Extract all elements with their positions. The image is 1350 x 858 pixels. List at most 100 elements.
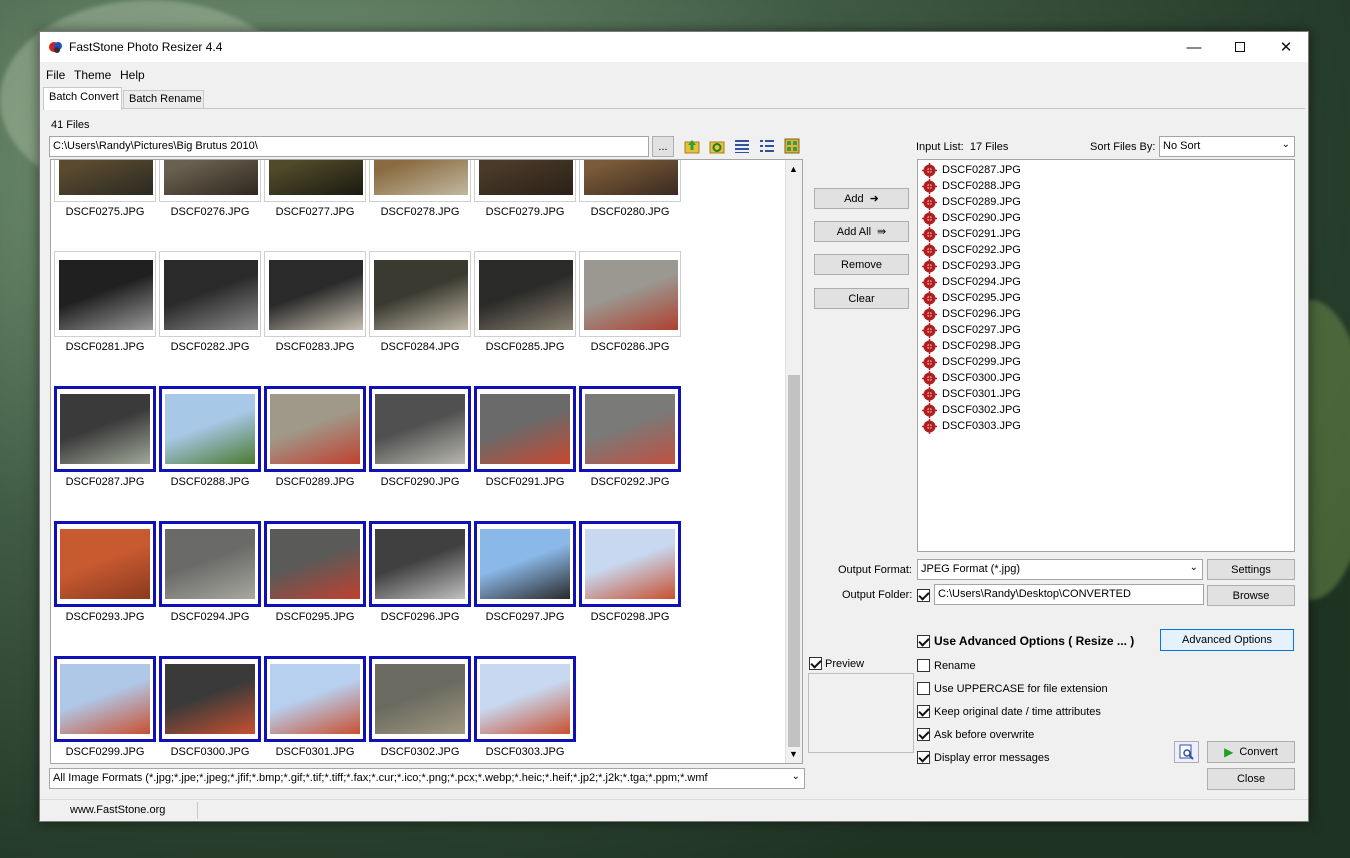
input-file-list[interactable]: DSCF0287.JPG DSCF0288.JPG DSCF0289.JPG DSCF… — [917, 159, 1295, 552]
option-toggle[interactable]: Keep original date / time attributes — [917, 705, 1101, 718]
remove-button[interactable]: Remove — [814, 254, 909, 275]
thumbnail-scrollbar[interactable]: ▲ ▼ — [785, 160, 802, 763]
option-checkbox[interactable] — [917, 682, 930, 695]
thumbnail-item[interactable]: DSCF0297.JPG — [474, 521, 576, 623]
thumbnail-item[interactable]: DSCF0303.JPG — [474, 656, 576, 758]
tab-batch-rename[interactable]: Batch Rename — [123, 90, 204, 109]
website-link[interactable]: www.FastStone.org — [70, 804, 165, 816]
maximize-button[interactable] — [1217, 32, 1263, 62]
thumbnail-item[interactable]: DSCF0290.JPG — [369, 386, 471, 488]
thumbnail-item[interactable]: DSCF0287.JPG — [54, 386, 156, 488]
thumbnail-grid[interactable]: DSCF0275.JPG DSCF0276.JPG DSCF0277.JPG DSCF… — [50, 159, 803, 764]
option-toggle[interactable]: Use UPPERCASE for file extension — [917, 682, 1108, 695]
detail-view-icon[interactable] — [734, 138, 750, 154]
thumbnail-item[interactable]: DSCF0282.JPG — [159, 251, 261, 353]
thumbnail-item[interactable]: DSCF0296.JPG — [369, 521, 471, 623]
output-folder-checkbox[interactable] — [917, 589, 930, 602]
input-list-item[interactable]: DSCF0293.JPG — [922, 258, 1021, 274]
thumbnail-image — [375, 394, 465, 464]
thumbnail-item[interactable]: DSCF0294.JPG — [159, 521, 261, 623]
option-checkbox[interactable] — [917, 659, 930, 672]
advanced-options-checkbox[interactable] — [917, 634, 930, 648]
thumbnail-item[interactable]: DSCF0291.JPG — [474, 386, 576, 488]
input-list-item[interactable]: DSCF0289.JPG — [922, 194, 1021, 210]
input-list-item[interactable]: DSCF0292.JPG — [922, 242, 1021, 258]
settings-button[interactable]: Settings — [1207, 559, 1295, 580]
thumbnail-item[interactable]: DSCF0301.JPG — [264, 656, 366, 758]
scroll-thumb[interactable] — [788, 375, 800, 747]
thumbnail-item[interactable]: DSCF0295.JPG — [264, 521, 366, 623]
thumbnail-item[interactable]: DSCF0276.JPG — [159, 160, 261, 218]
option-toggle[interactable]: Rename — [917, 659, 976, 672]
input-list-item[interactable]: DSCF0302.JPG — [922, 402, 1021, 418]
thumbnail-item[interactable]: DSCF0275.JPG — [54, 160, 156, 218]
menu-theme[interactable]: Theme — [74, 68, 111, 82]
minimize-button[interactable]: — — [1171, 32, 1217, 62]
input-list-item[interactable]: DSCF0300.JPG — [922, 370, 1021, 386]
input-list-item[interactable]: DSCF0294.JPG — [922, 274, 1021, 290]
option-checkbox[interactable] — [917, 728, 930, 741]
thumbnail-item[interactable]: DSCF0289.JPG — [264, 386, 366, 488]
scroll-down-arrow[interactable]: ▼ — [789, 749, 798, 759]
close-window-button[interactable]: ✕ — [1263, 32, 1309, 62]
thumbnail-item[interactable]: DSCF0299.JPG — [54, 656, 156, 758]
thumbnail-item[interactable]: DSCF0277.JPG — [264, 160, 366, 218]
thumbnail-item[interactable]: DSCF0302.JPG — [369, 656, 471, 758]
close-button[interactable]: Close — [1207, 768, 1295, 790]
add-all-button[interactable]: Add All ⇛ — [814, 221, 909, 242]
output-format-select[interactable]: JPEG Format (*.jpg) ⌄ — [917, 559, 1203, 580]
input-list-item[interactable]: DSCF0298.JPG — [922, 338, 1021, 354]
thumbnail-item[interactable]: DSCF0298.JPG — [579, 521, 681, 623]
browse-path-button[interactable]: ... — [652, 136, 674, 157]
input-list-item[interactable]: DSCF0299.JPG — [922, 354, 1021, 370]
menu-help[interactable]: Help — [120, 68, 145, 82]
thumbnail-item[interactable]: DSCF0286.JPG — [579, 251, 681, 353]
list-view-icon[interactable] — [759, 138, 775, 154]
advanced-options-button[interactable]: Advanced Options — [1160, 629, 1294, 651]
option-checkbox[interactable] — [917, 751, 930, 764]
tab-batch-convert[interactable]: Batch Convert — [43, 87, 122, 110]
thumbnail-item[interactable]: DSCF0279.JPG — [474, 160, 576, 218]
output-folder-input[interactable]: C:\Users\Randy\Desktop\CONVERTED — [934, 584, 1204, 605]
thumbnail-item[interactable]: DSCF0283.JPG — [264, 251, 366, 353]
add-button[interactable]: Add ➜ — [814, 188, 909, 209]
thumbnail-item[interactable]: DSCF0285.JPG — [474, 251, 576, 353]
menu-file[interactable]: File — [46, 68, 65, 82]
thumbnail-caption: DSCF0278.JPG — [380, 206, 460, 218]
path-input[interactable]: C:\Users\Randy\Pictures\Big Brutus 2010\ — [49, 136, 649, 157]
preview-checkbox[interactable] — [809, 657, 822, 670]
input-list-item[interactable]: DSCF0291.JPG — [922, 226, 1021, 242]
file-filter-select[interactable]: All Image Formats (*.jpg;*.jpe;*.jpeg;*.… — [49, 768, 805, 789]
advanced-options-toggle[interactable]: Use Advanced Options ( Resize ... ) — [917, 634, 1134, 648]
clear-button[interactable]: Clear — [814, 288, 909, 309]
thumbnail-item[interactable]: DSCF0280.JPG — [579, 160, 681, 218]
convert-button[interactable]: ▶ Convert — [1207, 741, 1295, 763]
scroll-up-arrow[interactable]: ▲ — [789, 164, 798, 174]
option-toggle[interactable]: Display error messages — [917, 751, 1050, 764]
option-checkbox[interactable] — [917, 705, 930, 718]
thumbnail-item[interactable]: DSCF0288.JPG — [159, 386, 261, 488]
thumbnail-view-icon[interactable] — [784, 138, 800, 154]
thumbnail-item[interactable]: DSCF0292.JPG — [579, 386, 681, 488]
option-toggle[interactable]: Ask before overwrite — [917, 728, 1034, 741]
thumbnail-item[interactable]: DSCF0293.JPG — [54, 521, 156, 623]
title-bar[interactable]: FastStone Photo Resizer 4.4 — ✕ — [40, 32, 1308, 62]
input-list-item[interactable]: DSCF0303.JPG — [922, 418, 1021, 434]
thumbnail-item[interactable]: DSCF0278.JPG — [369, 160, 471, 218]
input-list-item[interactable]: DSCF0290.JPG — [922, 210, 1021, 226]
input-list-item[interactable]: DSCF0297.JPG — [922, 322, 1021, 338]
sort-select[interactable]: No Sort ⌄ — [1159, 136, 1295, 157]
thumbnail-item[interactable]: DSCF0281.JPG — [54, 251, 156, 353]
input-list-item[interactable]: DSCF0296.JPG — [922, 306, 1021, 322]
input-list-item[interactable]: DSCF0288.JPG — [922, 178, 1021, 194]
thumbnail-item[interactable]: DSCF0284.JPG — [369, 251, 471, 353]
browse-output-button[interactable]: Browse — [1207, 585, 1295, 606]
preview-toggle[interactable]: Preview — [809, 657, 864, 670]
preview-output-button[interactable] — [1174, 741, 1199, 763]
input-list-item[interactable]: DSCF0295.JPG — [922, 290, 1021, 306]
input-list-item[interactable]: DSCF0301.JPG — [922, 386, 1021, 402]
refresh-icon[interactable] — [709, 138, 725, 154]
input-list-item[interactable]: DSCF0287.JPG — [922, 162, 1021, 178]
thumbnail-item[interactable]: DSCF0300.JPG — [159, 656, 261, 758]
folder-up-icon[interactable] — [684, 138, 700, 154]
